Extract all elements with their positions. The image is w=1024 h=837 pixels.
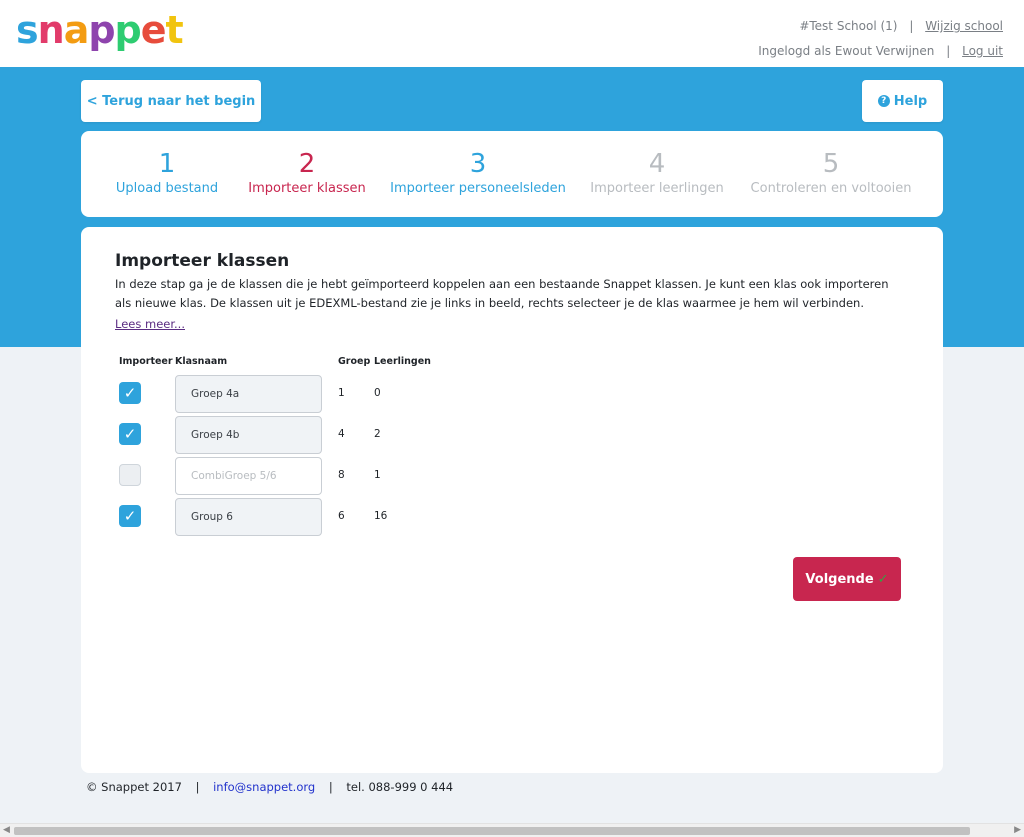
logo-letter: e	[140, 8, 167, 52]
logo-letter: n	[37, 8, 65, 52]
account-area: #Test School (1) | Wijzig school Ingelog…	[758, 14, 1003, 64]
import-classes-card: Importeer klassen In deze stap ga je de …	[81, 227, 943, 773]
next-label: Volgende	[805, 571, 874, 587]
separator: |	[909, 19, 914, 33]
separator: |	[328, 780, 333, 794]
table-row: ✓ Groep 4a 1 0	[81, 375, 943, 415]
group-value: 8	[338, 469, 345, 481]
back-button[interactable]: < Terug naar het begin	[81, 80, 261, 122]
help-label: Help	[893, 93, 928, 109]
step-number: 3	[469, 149, 487, 179]
logo-letter: p	[114, 8, 142, 52]
column-header-group: Groep	[338, 356, 371, 367]
step-label: Importeer klassen	[248, 181, 366, 196]
classname-field[interactable]: Groep 4a	[175, 375, 322, 413]
next-button[interactable]: Volgende ✓	[793, 557, 901, 601]
phone-number: tel. 088-999 0 444	[346, 780, 454, 794]
step-label: Upload bestand	[115, 181, 219, 196]
step-label: Importeer leerlingen	[590, 181, 724, 196]
column-header-import: Importeer	[119, 356, 173, 367]
check-icon: ✓	[877, 571, 889, 587]
progress-steps: 1 Upload bestand 2 Importeer klassen 3 I…	[81, 131, 943, 217]
step-4: 4 Importeer leerlingen	[581, 149, 733, 196]
copyright: © Snappet 2017	[86, 780, 182, 794]
page-title: Importeer klassen	[115, 251, 290, 271]
help-button[interactable]: ? Help	[862, 80, 943, 122]
students-value: 16	[374, 510, 388, 522]
logout-link[interactable]: Log uit	[962, 44, 1003, 58]
group-value: 1	[338, 387, 345, 399]
import-checkbox[interactable]: ✓	[119, 505, 141, 527]
intro-text: In deze stap ga je de klassen die je heb…	[115, 277, 889, 310]
import-checkbox[interactable]: ✓	[119, 382, 141, 404]
step-1[interactable]: 1 Upload bestand	[105, 149, 229, 196]
separator: |	[946, 44, 951, 58]
classname-field[interactable]: Groep 4b	[175, 416, 322, 454]
step-label: Importeer personeelsleden	[390, 181, 566, 196]
email-link[interactable]: info@snappet.org	[213, 780, 315, 794]
classname-field[interactable]: Group 6	[175, 498, 322, 536]
separator: |	[195, 780, 200, 794]
logo-letter: s	[16, 8, 39, 52]
import-checkbox[interactable]: ✓	[119, 423, 141, 445]
students-value: 2	[374, 428, 381, 440]
step-number: 1	[158, 149, 176, 179]
students-value: 1	[374, 469, 381, 481]
group-value: 4	[338, 428, 345, 440]
column-header-classname: Klasnaam	[175, 356, 228, 367]
change-school-link[interactable]: Wijzig school	[925, 19, 1003, 33]
classname-field[interactable]: CombiGroep 5/6	[175, 457, 322, 495]
logo-letter: t	[165, 8, 184, 52]
scrollbar-thumb[interactable]	[14, 827, 970, 835]
step-number: 5	[822, 149, 840, 179]
step-number: 2	[298, 149, 316, 179]
read-more-link[interactable]: Lees meer...	[115, 317, 185, 331]
school-name: #Test School (1)	[799, 19, 898, 33]
logo-letter: p	[88, 8, 115, 52]
table-row: ✓ Groep 4b 4 2	[81, 416, 943, 456]
step-3[interactable]: 3 Importeer personeelsleden	[383, 149, 573, 196]
horizontal-scrollbar[interactable]: ◀ ▶	[0, 823, 1024, 837]
logged-in-text: Ingelogd als Ewout Verwijnen	[758, 44, 935, 58]
logo-letter: a	[63, 8, 90, 52]
table-row: ✓ Group 6 6 16	[81, 498, 943, 538]
import-checkbox[interactable]	[119, 464, 141, 486]
question-circle-icon: ?	[877, 95, 890, 107]
scroll-left-icon[interactable]: ◀	[3, 825, 10, 835]
footer: © Snappet 2017 | info@snappet.org | tel.…	[86, 780, 453, 794]
step-5: 5 Controleren en voltooien	[743, 149, 919, 196]
step-2[interactable]: 2 Importeer klassen	[245, 149, 369, 196]
group-value: 6	[338, 510, 345, 522]
students-value: 0	[374, 387, 381, 399]
scroll-right-icon[interactable]: ▶	[1014, 825, 1021, 835]
step-label: Controleren en voltooien	[750, 181, 912, 196]
top-bar: snappet #Test School (1) | Wijzig school…	[0, 0, 1024, 67]
snappet-logo[interactable]: snappet	[16, 8, 184, 52]
column-header-students: Leerlingen	[374, 356, 431, 367]
step-number: 4	[648, 149, 666, 179]
table-row: CombiGroep 5/6 8 1	[81, 457, 943, 497]
